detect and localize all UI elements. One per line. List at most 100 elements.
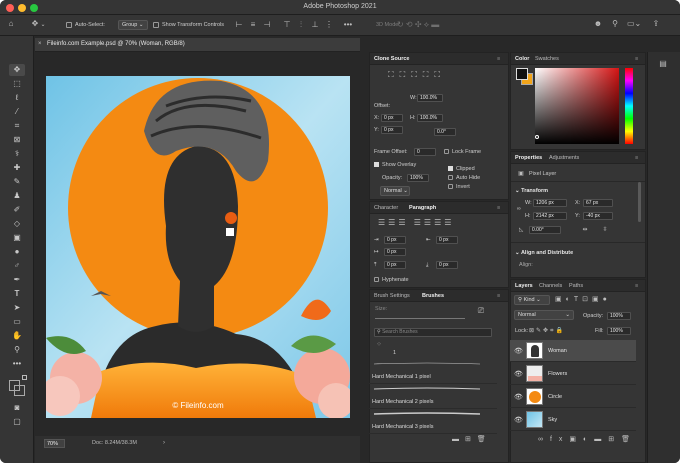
hand-tool-icon[interactable]: ✋ <box>9 330 25 342</box>
crop-tool-icon[interactable]: ⌗ <box>9 120 25 132</box>
visibility-eye-icon[interactable]: 👁 <box>514 393 523 401</box>
frame-offset-field[interactable]: 0 <box>414 148 436 156</box>
align-right-icon[interactable]: ⊣ <box>262 21 272 29</box>
tab-layers[interactable]: Layers <box>515 283 533 289</box>
flip-vertical-icon[interactable]: ⇳ <box>601 226 609 234</box>
layer-row-circle[interactable]: 👁 Circle <box>510 386 636 408</box>
libraries-icon[interactable]: ▤ <box>657 60 669 68</box>
layer-opacity-field[interactable]: 100% <box>607 312 631 320</box>
overlay-blend-dropdown[interactable]: Normal ⌄ <box>380 186 410 196</box>
tab-swatches[interactable]: Swatches <box>535 56 559 62</box>
auto-select-dropdown[interactable]: Group ⌄ <box>118 20 148 30</box>
panel-menu-icon[interactable]: ≡ <box>635 56 638 62</box>
transform-section-title[interactable]: ⌄ Transform <box>515 188 548 194</box>
more-options-icon[interactable]: ••• <box>343 21 353 29</box>
tab-paragraph[interactable]: Paragraph <box>409 205 436 211</box>
more-tools-icon[interactable]: ••• <box>9 358 25 370</box>
dodge-tool-icon[interactable]: ♂ <box>9 260 25 272</box>
show-transform-controls-checkbox[interactable] <box>153 22 159 28</box>
foreground-color-swatch[interactable] <box>9 380 20 391</box>
tab-clone-source[interactable]: Clone Source <box>374 56 409 62</box>
align-left-icon[interactable]: ⊢ <box>234 21 244 29</box>
tab-color[interactable]: Color <box>515 56 529 62</box>
align-middle-icon[interactable]: ⫶ <box>296 21 306 29</box>
space-before-field[interactable]: 0 px <box>384 261 406 269</box>
history-brush-tool-icon[interactable]: ✐ <box>9 204 25 216</box>
search-brushes-input[interactable]: ⚲ Search Brushes <box>374 328 492 337</box>
layer-filter-icons[interactable]: ▣◐T⊡▣● <box>555 296 635 304</box>
tab-properties[interactable]: Properties <box>515 155 542 161</box>
tab-brush-settings[interactable]: Brush Settings <box>374 293 410 299</box>
zoom-tool-icon[interactable]: ⚲ <box>9 344 25 356</box>
indent-first-field[interactable]: 0 px <box>384 248 406 256</box>
new-brush-icon[interactable]: ⎚ <box>476 307 486 315</box>
brush-item[interactable]: Hard Mechanical 1 pixel <box>369 360 497 384</box>
clone-stamp-tool-icon[interactable]: ♟ <box>9 190 25 202</box>
account-icon[interactable]: ☻ <box>593 20 603 28</box>
brush-item[interactable]: Hard Mechanical 3 pixels <box>369 410 497 434</box>
distribute-icon[interactable]: ⋮ <box>324 21 334 29</box>
search-icon[interactable]: ⚲ <box>610 20 620 28</box>
layer-row-woman[interactable]: 👁 Woman <box>510 340 636 362</box>
screen-mode-icon[interactable]: ▢ <box>9 416 25 428</box>
home-icon[interactable]: ⌂ <box>6 20 16 28</box>
panel-menu-icon[interactable]: ≡ <box>635 283 638 289</box>
eraser-tool-icon[interactable]: ◇ <box>9 218 25 230</box>
close-tab-icon[interactable]: × <box>38 41 42 47</box>
pen-tool-icon[interactable]: ✒ <box>9 274 25 286</box>
brush-item[interactable]: Hard Mechanical 2 pixels <box>369 385 497 409</box>
share-icon[interactable]: ⇪ <box>651 20 661 28</box>
healing-brush-tool-icon[interactable]: ✚ <box>9 162 25 174</box>
color-field[interactable] <box>535 68 619 144</box>
align-center-icon[interactable]: ≡ <box>248 21 258 29</box>
brush-panel-footer-icons[interactable]: ▬⊞🗑 <box>452 436 492 444</box>
invert-checkbox[interactable] <box>448 184 453 189</box>
brush-preset-icon[interactable]: ⁘ <box>375 341 383 349</box>
transform-h-field[interactable]: 2142 px <box>533 212 567 220</box>
color-foreground-swatch[interactable] <box>516 68 528 80</box>
panel-menu-icon[interactable]: ≡ <box>497 205 500 211</box>
panel-menu-icon[interactable]: ≡ <box>635 155 638 161</box>
indent-left-field[interactable]: 0 px <box>384 236 406 244</box>
magic-wand-tool-icon[interactable]: ⁄ <box>9 106 25 118</box>
auto-hide-checkbox[interactable] <box>448 175 453 180</box>
clipped-checkbox[interactable] <box>448 166 453 171</box>
hyphenate-checkbox[interactable] <box>374 277 379 282</box>
lock-frame-checkbox[interactable] <box>444 149 449 154</box>
clone-angle-field[interactable]: 0.0° <box>434 128 456 136</box>
link-icon[interactable]: ∞ <box>517 206 521 212</box>
fill-field[interactable]: 100% <box>607 327 631 335</box>
tab-character[interactable]: Character <box>374 205 398 211</box>
align-distribute-section-title[interactable]: ⌄ Align and Distribute <box>515 250 573 256</box>
tab-channels[interactable]: Channels <box>539 283 562 289</box>
transform-w-field[interactable]: 1206 px <box>533 199 567 207</box>
visibility-eye-icon[interactable]: 👁 <box>514 416 523 424</box>
zoom-level-field[interactable]: 70% <box>44 439 65 448</box>
layer-row-sky[interactable]: 👁 Sky <box>510 409 636 431</box>
flip-horizontal-icon[interactable]: ⇹ <box>581 226 589 234</box>
eyedropper-tool-icon[interactable]: ⚕ <box>9 148 25 160</box>
layer-row-flowers[interactable]: 👁 Flowers <box>510 363 636 385</box>
properties-scrollbar[interactable] <box>638 182 641 222</box>
panel-menu-icon[interactable]: ≡ <box>497 293 500 299</box>
blur-tool-icon[interactable]: ● <box>9 246 25 258</box>
chevron-down-icon[interactable]: ⌄ <box>40 21 46 29</box>
layer-kind-filter[interactable]: ⚲ Kind ⌄ <box>514 295 550 305</box>
lock-options-icons[interactable]: ⊠✎✥⌗🔒 <box>529 327 583 335</box>
space-after-field[interactable]: 0 px <box>436 261 458 269</box>
auto-select-checkbox[interactable] <box>66 22 72 28</box>
swap-colors-icon[interactable] <box>22 375 27 380</box>
paragraph-align-icons[interactable]: ☰☰☰ ☰☰☰☰ <box>378 219 498 227</box>
brush-tool-icon[interactable]: ✎ <box>9 176 25 188</box>
align-top-icon[interactable]: ⊤ <box>282 21 292 29</box>
layers-footer-icons[interactable]: ∞fx▣◐▬⊞🗑 <box>538 436 638 444</box>
frame-tool-icon[interactable]: ⊠ <box>9 134 25 146</box>
visibility-eye-icon[interactable]: 👁 <box>514 370 523 378</box>
visibility-eye-icon[interactable]: 👁 <box>514 347 523 355</box>
lasso-tool-icon[interactable]: ℓ <box>9 92 25 104</box>
blend-mode-dropdown[interactable]: Normal ⌄ <box>514 310 574 320</box>
type-tool-icon[interactable]: T <box>9 288 25 300</box>
path-selection-tool-icon[interactable]: ➤ <box>9 302 25 314</box>
clone-x-field[interactable]: 0 px <box>381 114 403 122</box>
document-canvas[interactable]: © Fileinfo.com <box>46 76 350 418</box>
